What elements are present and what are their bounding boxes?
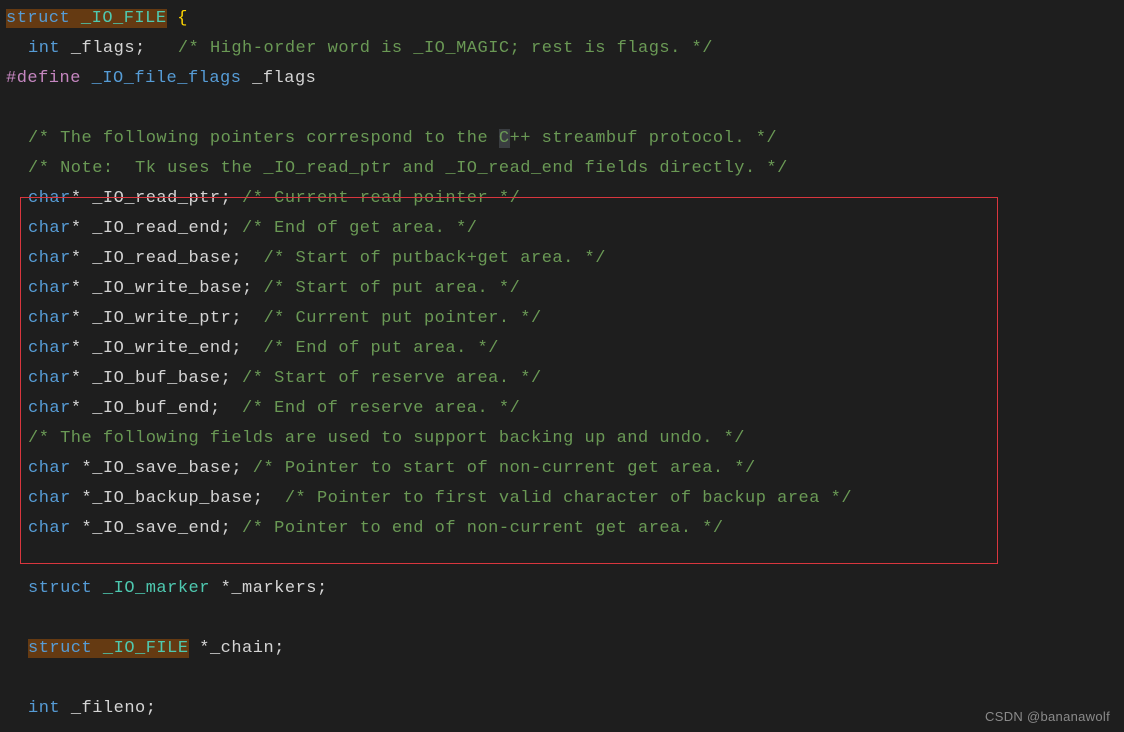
field-buf-end: _IO_buf_end [92,399,210,418]
code-line: char *_IO_backup_base; /* Pointer to fir… [0,484,1124,514]
code-line: char* _IO_write_end; /* End of put area.… [0,334,1124,364]
macro-value: _flags [252,69,316,88]
code-lines[interactable]: struct _IO_FILE { int _flags; /* High-or… [0,0,1124,724]
comment: /* Pointer to first valid character of b… [285,489,852,508]
comment: /* Start of put area. */ [263,279,520,298]
code-line: #define _IO_file_flags _flags [0,64,1124,94]
code-line: char *_IO_save_end; /* Pointer to end of… [0,514,1124,544]
field-read-base: _IO_read_base [92,249,231,268]
code-line: char *_IO_save_base; /* Pointer to start… [0,454,1124,484]
code-line: char* _IO_read_ptr; /* Current read poin… [0,184,1124,214]
comment: /* Start of putback+get area. */ [263,249,605,268]
code-line: char* _IO_buf_base; /* Start of reserve … [0,364,1124,394]
code-line: struct _IO_FILE { [0,4,1124,34]
cursor-char: C [499,129,510,148]
code-line: /* The following pointers correspond to … [0,124,1124,154]
code-line: char* _IO_write_ptr; /* Current put poin… [0,304,1124,334]
comment: /* High-order word is _IO_MAGIC; rest is… [178,39,713,58]
keyword-struct: struct [6,9,70,28]
type-io-marker: _IO_marker [103,579,210,598]
keyword-struct: struct [28,639,92,658]
comment: /* Note: Tk uses the _IO_read_ptr and _I… [28,159,788,178]
comment: /* Pointer to start of non-current get a… [253,459,756,478]
directive-define: #define [6,69,81,88]
type-io-file: _IO_FILE [81,9,167,28]
code-line: /* Note: Tk uses the _IO_read_ptr and _I… [0,154,1124,184]
code-line: int _fileno; [0,694,1124,724]
code-line: struct _IO_FILE *_chain; [0,634,1124,664]
field-write-end: _IO_write_end [92,339,231,358]
field-read-ptr: _IO_read_ptr [92,189,220,208]
keyword-char: char [28,189,71,208]
comment: /* End of get area. */ [242,219,477,238]
comment: /* The following fields are used to supp… [28,429,745,448]
code-line-blank [0,94,1124,124]
field-fileno: _fileno [71,699,146,718]
code-line-blank [0,604,1124,634]
field-write-ptr: _IO_write_ptr [92,309,231,328]
code-line: char* _IO_read_end; /* End of get area. … [0,214,1124,244]
code-line-blank [0,664,1124,694]
macro-name: _IO_file_flags [92,69,242,88]
comment: ++ streambuf protocol. */ [510,129,778,148]
comment: /* The following pointers correspond to … [28,129,499,148]
field-read-end: _IO_read_end [92,219,220,238]
keyword-int: int [28,39,60,58]
keyword-int: int [28,699,60,718]
comment: /* Current put pointer. */ [263,309,541,328]
field-write-base: _IO_write_base [92,279,242,298]
code-line: char* _IO_read_base; /* Start of putback… [0,244,1124,274]
comment: /* Start of reserve area. */ [242,369,542,388]
keyword-struct: struct [28,579,92,598]
code-line: int _flags; /* High-order word is _IO_MA… [0,34,1124,64]
code-line: char* _IO_buf_end; /* End of reserve are… [0,394,1124,424]
field-save-end: _IO_save_end [92,519,220,538]
comment: /* Current read pointer */ [242,189,520,208]
watermark-text: CSDN @bananawolf [985,709,1110,724]
field-save-base: _IO_save_base [92,459,231,478]
type-io-file: _IO_FILE [103,639,189,658]
field-markers: _markers [231,579,317,598]
comment: /* Pointer to end of non-current get are… [242,519,724,538]
comment: /* End of put area. */ [263,339,498,358]
code-line-blank [0,544,1124,574]
code-editor[interactable]: struct _IO_FILE { int _flags; /* High-or… [0,0,1124,732]
brace-open: { [177,9,188,28]
field-flags: _flags [71,39,135,58]
code-line: /* The following fields are used to supp… [0,424,1124,454]
code-line: struct _IO_marker *_markers; [0,574,1124,604]
comment: /* End of reserve area. */ [242,399,520,418]
field-buf-base: _IO_buf_base [92,369,220,388]
field-backup-base: _IO_backup_base [92,489,253,508]
field-chain: _chain [210,639,274,658]
code-line: char* _IO_write_base; /* Start of put ar… [0,274,1124,304]
